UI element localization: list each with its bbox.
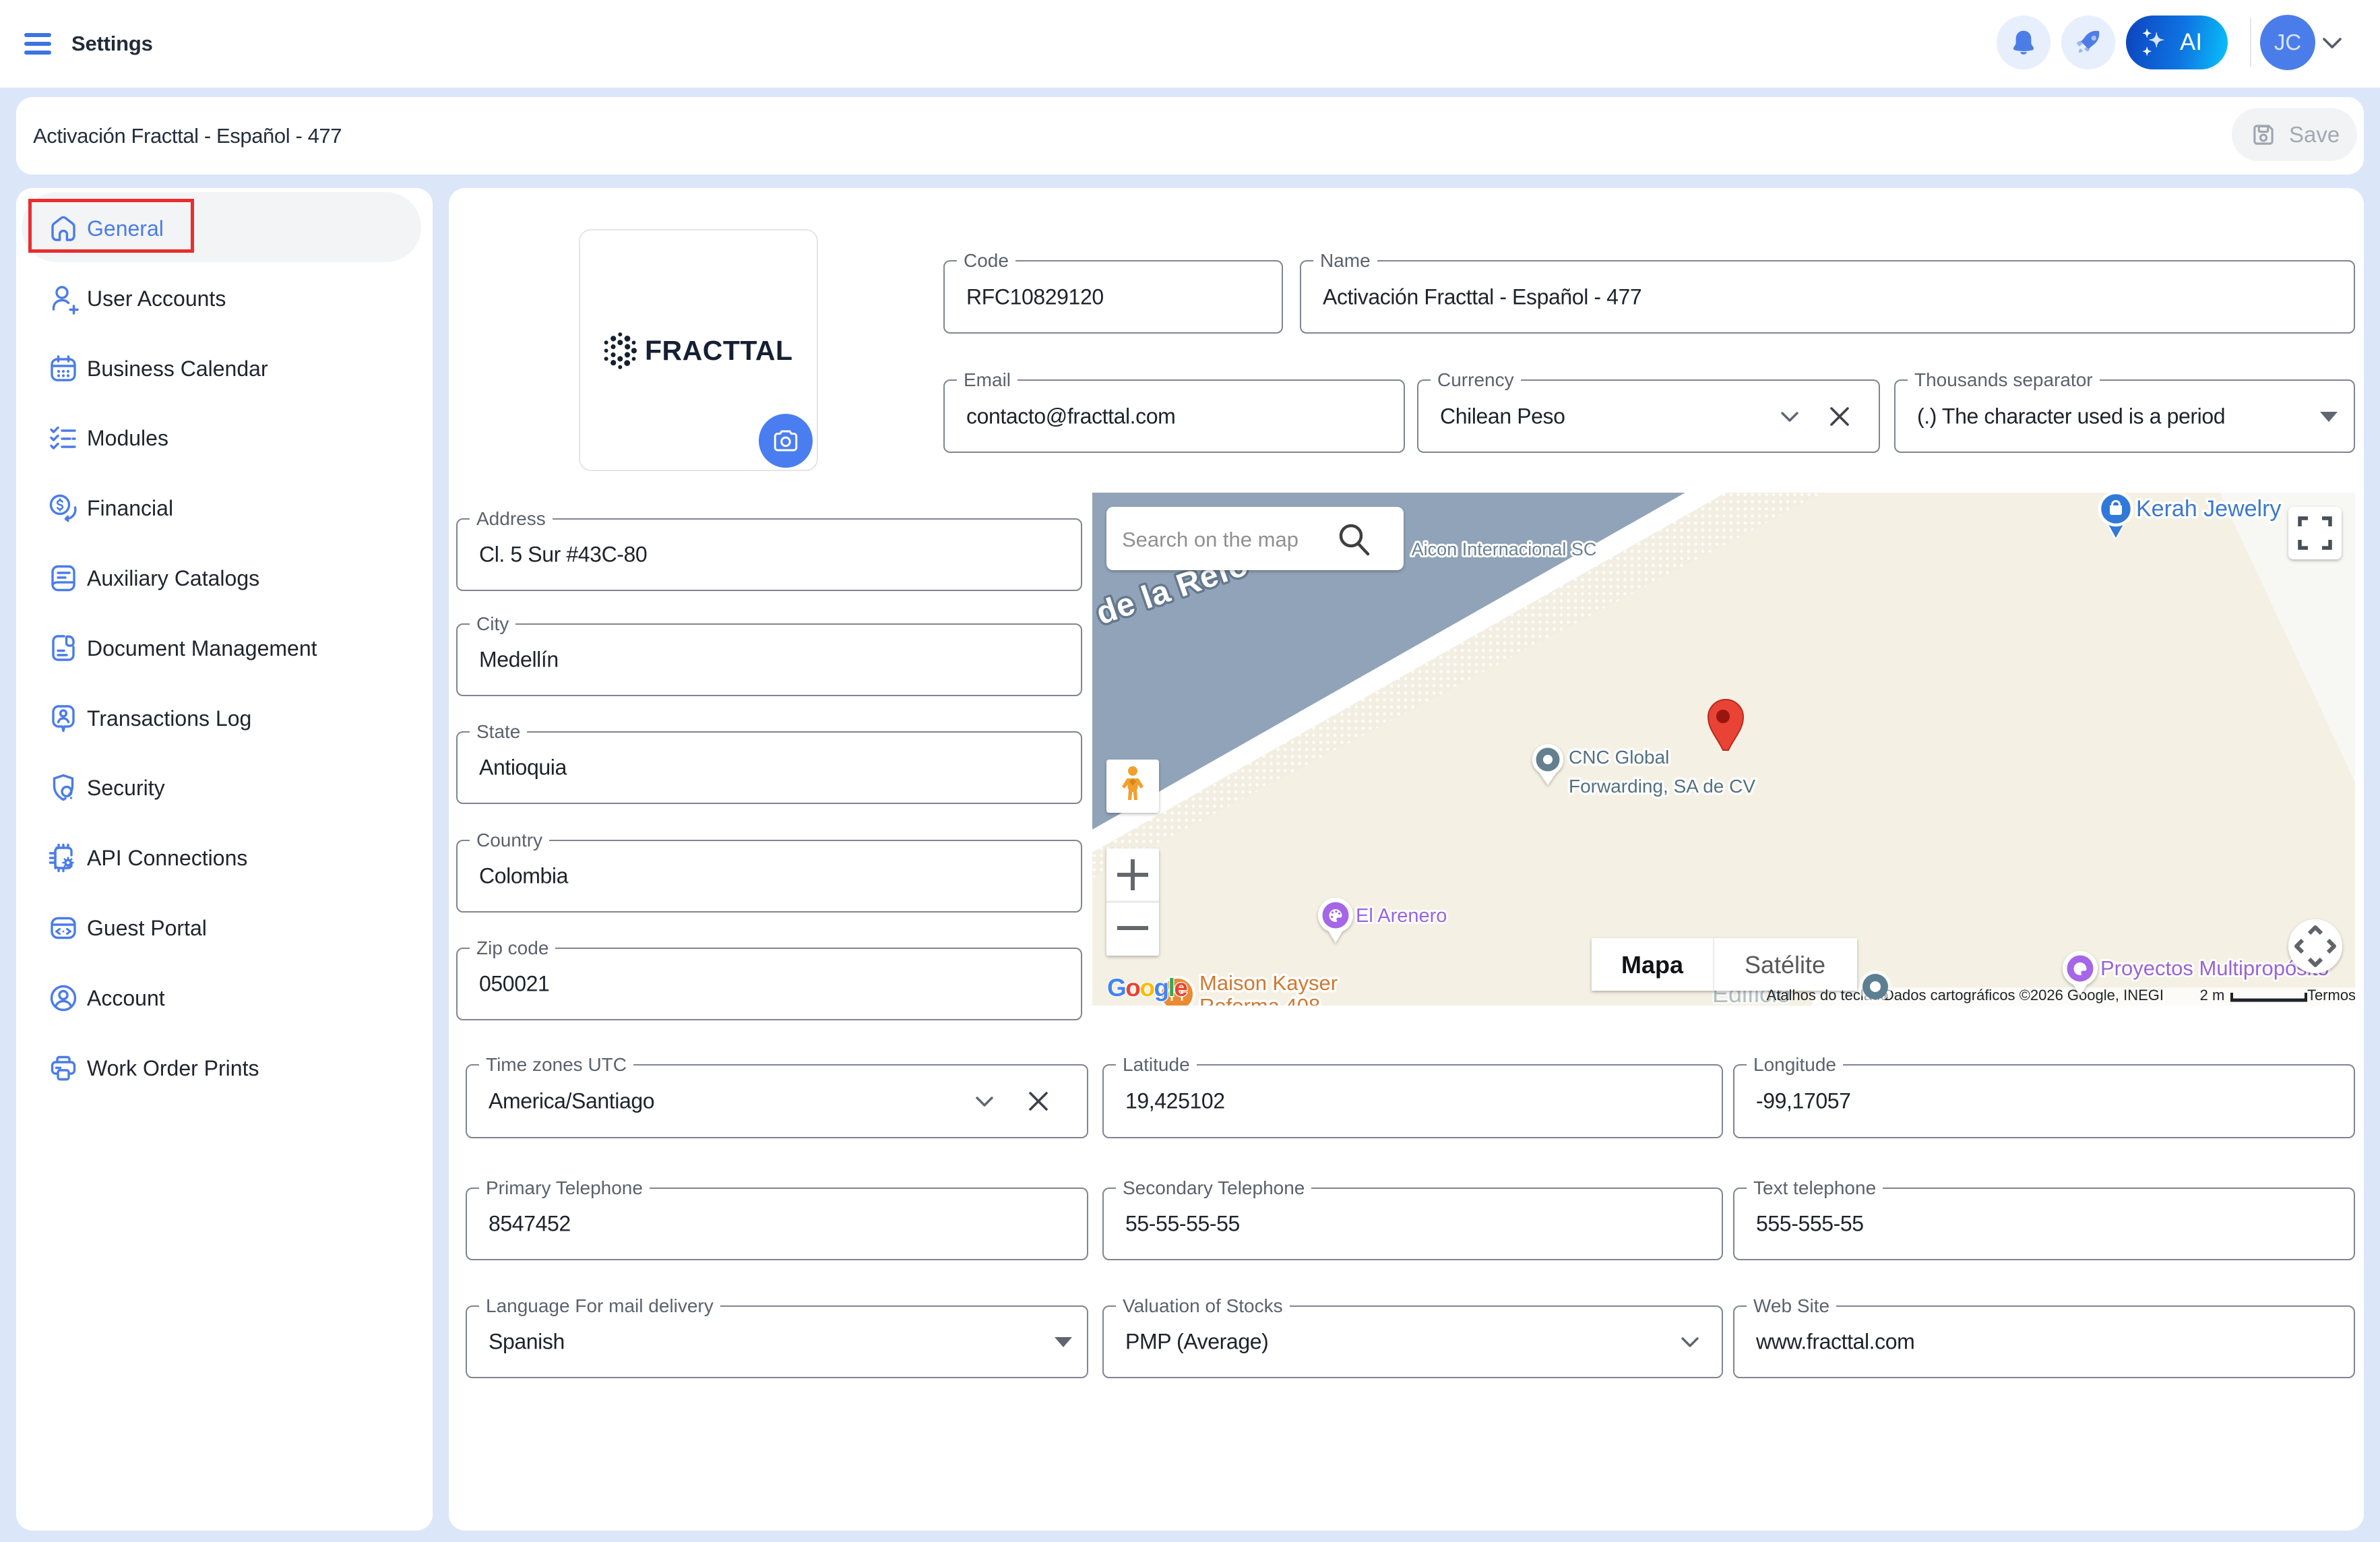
svg-text:Maison Kayser: Maison Kayser (1199, 971, 1338, 995)
svg-text:Dados cartográficos ©2026 Goog: Dados cartográficos ©2026 Google, INEGI (1883, 987, 2164, 1004)
svg-text:Search on the map: Search on the map (1122, 528, 1298, 551)
svg-text:CNC Global: CNC Global (1569, 747, 1669, 768)
svg-text:Termos: Termos (2307, 987, 2355, 1004)
svg-text:Kerah Jewelry: Kerah Jewelry (2136, 496, 2281, 522)
svg-text:Satélite: Satélite (1745, 951, 1825, 979)
svg-text:FRACTTAL: FRACTTAL (645, 335, 793, 366)
svg-text:Mapa: Mapa (1621, 951, 1684, 979)
svg-text:Aicon Internacional SC: Aicon Internacional SC (1412, 539, 1597, 559)
svg-text:Reforma 408: Reforma 408 (1199, 994, 1320, 1006)
svg-text:2 m: 2 m (2200, 987, 2225, 1004)
svg-text:Forwarding, SA de CV: Forwarding, SA de CV (1569, 776, 1755, 797)
svg-text:Google: Google (1107, 974, 1187, 1001)
svg-text:El Arenero: El Arenero (1356, 905, 1447, 927)
